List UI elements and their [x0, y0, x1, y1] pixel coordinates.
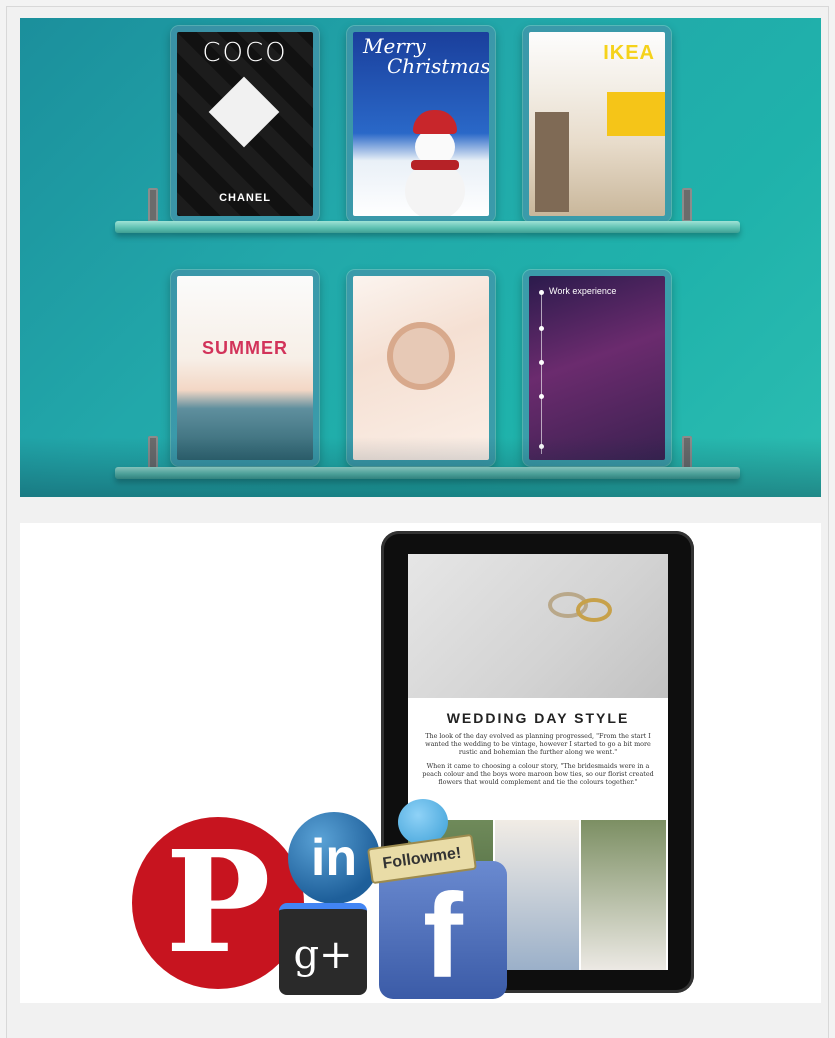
shelf-card-watch[interactable]	[347, 270, 495, 466]
shelf-card-christmas[interactable]: Merry Christmas	[347, 26, 495, 222]
glass-shelf-top	[115, 221, 740, 233]
watch-illustration	[387, 322, 455, 390]
shelf-card-ikea[interactable]: IKEA	[523, 26, 671, 222]
shelf-card-work[interactable]: Work experience	[523, 270, 671, 466]
timeline-dot	[539, 394, 544, 399]
glass-shelf-bottom	[115, 467, 740, 479]
article-paragraph-1: The look of the day evolved as planning …	[425, 732, 651, 756]
ikea-title: IKEA	[603, 42, 655, 64]
tablet-social-banner: WEDDING DAY STYLE The look of the day ev…	[20, 523, 821, 1003]
shelf-card-summer[interactable]: SUMMER	[171, 270, 319, 466]
google-plus-icon[interactable]: g+	[279, 903, 367, 995]
ikea-interior-photo	[535, 112, 569, 212]
ikea-cover: IKEA	[529, 32, 665, 216]
timeline-dot	[539, 326, 544, 331]
watch-cover	[353, 276, 489, 460]
magazine-shelf-banner: COCO CHANEL Merry Christmas IKEA SUMMER	[20, 18, 821, 497]
ring-graphic	[576, 598, 612, 622]
work-title: Work experience	[549, 286, 617, 296]
shelf-card-coco[interactable]: COCO CHANEL	[171, 26, 319, 222]
shelf-bracket-left	[148, 188, 158, 222]
christmas-cover: Merry Christmas	[353, 32, 489, 216]
snowman-illustration	[405, 110, 465, 216]
work-experience-cover: Work experience	[529, 276, 665, 460]
summer-title: SUMMER	[202, 338, 288, 358]
timeline-dot	[539, 360, 544, 365]
summer-cover: SUMMER	[177, 276, 313, 460]
shelf-bracket-right	[682, 188, 692, 222]
shelf-bracket-right	[682, 436, 692, 470]
coco-hand-graphic	[208, 76, 280, 148]
linkedin-icon[interactable]: in	[288, 812, 380, 904]
wedding-rings-photo	[408, 554, 668, 698]
timeline-line	[541, 294, 542, 454]
shelf-bracket-left	[148, 436, 158, 470]
article-paragraph-2: When it came to choosing a colour story,…	[422, 762, 654, 786]
coco-cover: COCO CHANEL	[177, 32, 313, 216]
chanel-brand: CHANEL	[219, 192, 271, 204]
coco-title: COCO	[202, 38, 288, 68]
timeline-dot	[539, 444, 544, 449]
ikea-yellow-panel	[607, 92, 665, 136]
facebook-icon[interactable]: f	[379, 861, 507, 1003]
timeline-dot	[539, 290, 544, 295]
christmas-title-line2: Christmas	[387, 54, 489, 78]
article-headline: WEDDING DAY STYLE	[446, 710, 630, 726]
